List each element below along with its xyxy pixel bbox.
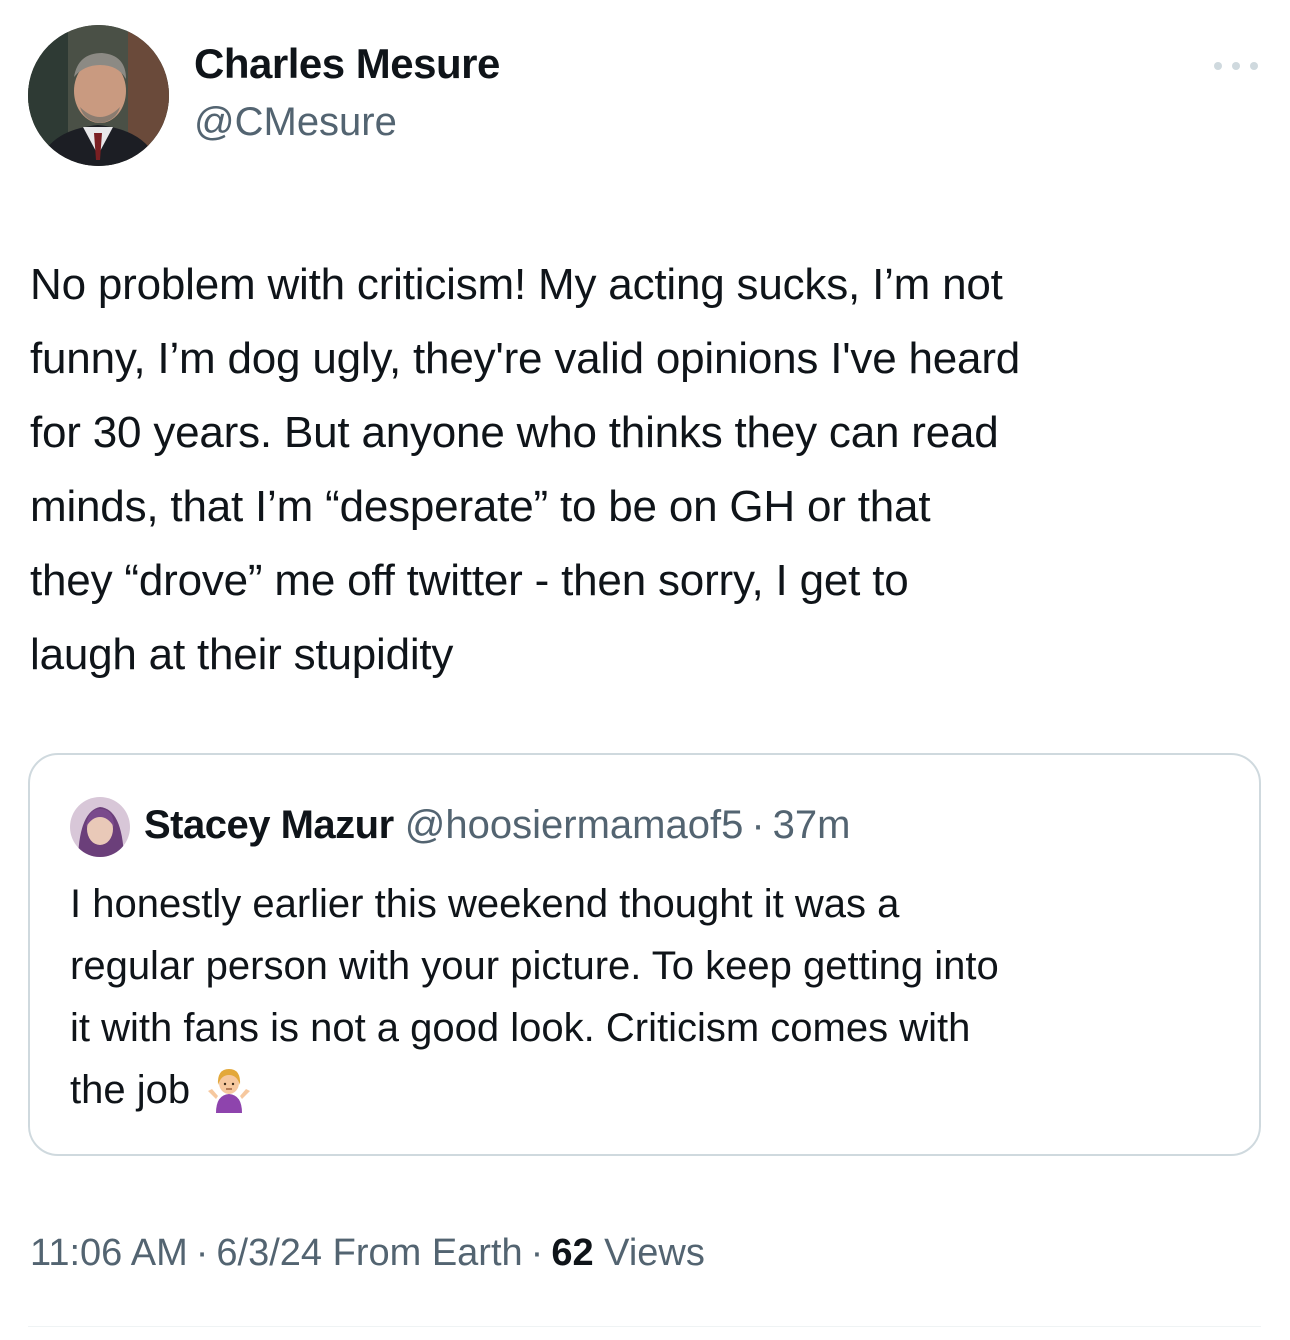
quoted-text-line: the job [70,1059,1230,1121]
person-shrugging-emoji [204,1063,254,1113]
views-count: 62 [551,1232,594,1274]
more-options-button[interactable] [1208,54,1264,78]
quoted-tweet-header: Stacey Mazur @hoosiermamaof5 · 37m [144,803,850,848]
quoted-author-handle[interactable]: @hoosiermamaof5 [405,803,744,847]
tweet-source: From Earth [332,1232,523,1274]
author-handle[interactable]: @CMesure [194,100,397,145]
tweet-text-line: laugh at their stupidity [30,630,454,679]
tweet-text-line: they “drove” me off twitter - then sorry… [30,556,909,605]
tweet-footer: 11:06 AM · 6/3/24 From Earth · 62 Views [30,1232,705,1275]
ellipsis-icon [1214,62,1258,70]
meta-separator: · [751,803,765,847]
quoted-text-line: I honestly earlier this weekend thought … [70,882,900,926]
meta-separator: · [195,1232,209,1274]
author-display-name[interactable]: Charles Mesure [194,40,500,88]
tweet-text-line: minds, that I’m “desperate” to be on GH … [30,482,931,531]
tweet-text: No problem with criticism! My acting suc… [30,248,1265,692]
quoted-tweet-card[interactable]: Stacey Mazur @hoosiermamaof5 · 37m I hones… [28,753,1261,1156]
divider [28,1326,1261,1327]
quoted-author-display-name[interactable]: Stacey Mazur [144,803,394,847]
quoted-tweet-text: I honestly earlier this weekend thought … [70,873,1230,1121]
quoted-text-line-content: the job [70,1068,191,1112]
tweet-text-line: funny, I’m dog ugly, they're valid opini… [30,334,1021,383]
tweet-time[interactable]: 11:06 AM [30,1232,188,1274]
tweet-text-line: No problem with criticism! My acting suc… [30,260,1003,309]
views-label: Views [604,1232,705,1274]
author-avatar[interactable] [28,25,169,166]
quoted-text-line: regular person with your picture. To kee… [70,944,999,988]
quoted-text-line: it with fans is not a good look. Critici… [70,1006,971,1050]
meta-separator: · [530,1232,544,1274]
tweet-text-line: for 30 years. But anyone who thinks they… [30,408,999,457]
tweet-date[interactable]: 6/3/24 [216,1232,322,1274]
quoted-author-avatar[interactable] [70,797,130,857]
quoted-tweet-time[interactable]: 37m [773,803,851,847]
